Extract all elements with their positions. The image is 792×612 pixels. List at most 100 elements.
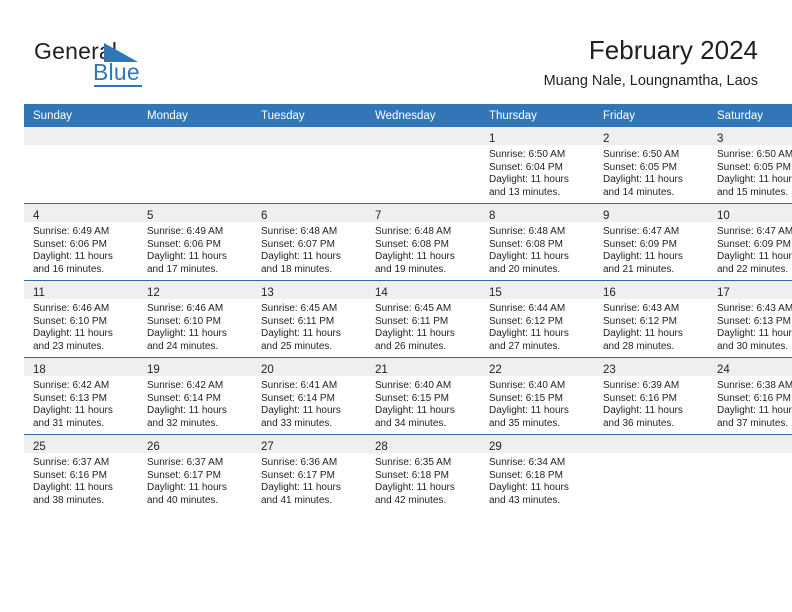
calendar-day-cell[interactable]: 17 Sunrise: 6:43 AM Sunset: 6:13 PM Dayligh… [708, 280, 792, 358]
calendar-day-cell-empty [366, 127, 480, 204]
day-number-band: 28 [366, 435, 480, 453]
day-details: Sunrise: 6:46 AM Sunset: 6:10 PM Daylight:… [138, 299, 252, 353]
calendar-day-cell[interactable]: 18 Sunrise: 6:42 AM Sunset: 6:13 PM Dayligh… [24, 357, 138, 435]
day-number: 26 [147, 441, 160, 453]
calendar-day-cell[interactable]: 3 Sunrise: 6:50 AM Sunset: 6:05 PM Daylight… [708, 127, 792, 204]
day-number-band: 10 [708, 204, 792, 222]
calendar-day-cell[interactable]: 25 Sunrise: 6:37 AM Sunset: 6:16 PM Dayligh… [24, 434, 138, 511]
daylight-text: Daylight: 11 hours and 26 minutes. [375, 328, 455, 352]
day-number: 29 [489, 441, 502, 453]
sunset-text: Sunset: 6:07 PM [261, 238, 335, 250]
day-number-band: 29 [480, 435, 594, 453]
day-number: 9 [603, 210, 610, 222]
calendar-day-cell[interactable]: 20 Sunrise: 6:41 AM Sunset: 6:14 PM Dayligh… [252, 357, 366, 435]
daylight-text: Daylight: 11 hours and 20 minutes. [489, 251, 569, 275]
daylight-text: Daylight: 11 hours and 13 minutes. [489, 174, 569, 198]
sunset-text: Sunset: 6:14 PM [261, 392, 335, 404]
day-number: 3 [717, 133, 724, 145]
sunrise-text: Sunrise: 6:37 AM [147, 457, 224, 468]
day-number-band: 22 [480, 358, 594, 376]
day-details: Sunrise: 6:35 AM Sunset: 6:18 PM Daylight:… [366, 453, 480, 507]
sunrise-text: Sunrise: 6:39 AM [603, 380, 680, 391]
calendar-day-cell[interactable]: 22 Sunrise: 6:40 AM Sunset: 6:15 PM Dayligh… [480, 357, 594, 435]
sunrise-text: Sunrise: 6:43 AM [717, 303, 792, 314]
calendar-day-cell-empty [252, 127, 366, 204]
sunrise-text: Sunrise: 6:41 AM [261, 380, 338, 391]
calendar-day-cell[interactable]: 16 Sunrise: 6:43 AM Sunset: 6:12 PM Dayligh… [594, 280, 708, 358]
day-number-band: 11 [24, 281, 138, 299]
sunset-text: Sunset: 6:15 PM [489, 392, 563, 404]
day-number-band [708, 435, 792, 453]
calendar-day-cell[interactable]: 8 Sunrise: 6:48 AM Sunset: 6:08 PM Daylight… [480, 203, 594, 281]
general-blue-logo[interactable]: General Blue [34, 38, 254, 94]
page-title: February 2024 [588, 35, 758, 65]
calendar-day-cell[interactable]: 29 Sunrise: 6:34 AM Sunset: 6:18 PM Dayligh… [480, 434, 594, 511]
calendar-day-cell[interactable]: 19 Sunrise: 6:42 AM Sunset: 6:14 PM Dayligh… [138, 357, 252, 435]
day-details: Sunrise: 6:42 AM Sunset: 6:14 PM Daylight:… [138, 376, 252, 430]
day-number: 14 [375, 287, 388, 299]
calendar-day-cell[interactable]: 9 Sunrise: 6:47 AM Sunset: 6:09 PM Daylight… [594, 203, 708, 281]
sunrise-text: Sunrise: 6:40 AM [489, 380, 566, 391]
daylight-text: Daylight: 11 hours and 30 minutes. [717, 328, 792, 352]
calendar-day-cell[interactable]: 14 Sunrise: 6:45 AM Sunset: 6:11 PM Dayligh… [366, 280, 480, 358]
day-details: Sunrise: 6:49 AM Sunset: 6:06 PM Daylight:… [138, 222, 252, 276]
daylight-text: Daylight: 11 hours and 15 minutes. [717, 174, 792, 198]
daylight-text: Daylight: 11 hours and 37 minutes. [717, 405, 792, 429]
calendar-day-cell[interactable]: 24 Sunrise: 6:38 AM Sunset: 6:16 PM Dayligh… [708, 357, 792, 435]
calendar-day-cell[interactable]: 21 Sunrise: 6:40 AM Sunset: 6:15 PM Dayligh… [366, 357, 480, 435]
calendar-day-cell[interactable]: 12 Sunrise: 6:46 AM Sunset: 6:10 PM Dayligh… [138, 280, 252, 358]
day-number-band: 6 [252, 204, 366, 222]
calendar-day-cell[interactable]: 6 Sunrise: 6:48 AM Sunset: 6:07 PM Daylight… [252, 203, 366, 281]
weekday-header-tuesday: Tuesday [252, 104, 366, 127]
page-subtitle: Muang Nale, Loungnamtha, Laos [543, 73, 758, 89]
sunrise-text: Sunrise: 6:50 AM [717, 149, 792, 160]
calendar-day-cell[interactable]: 1 Sunrise: 6:50 AM Sunset: 6:04 PM Daylight… [480, 127, 594, 204]
calendar-day-cell[interactable]: 15 Sunrise: 6:44 AM Sunset: 6:12 PM Dayligh… [480, 280, 594, 358]
calendar-day-cell[interactable]: 13 Sunrise: 6:45 AM Sunset: 6:11 PM Dayligh… [252, 280, 366, 358]
calendar-day-cell[interactable]: 4 Sunrise: 6:49 AM Sunset: 6:06 PM Daylight… [24, 203, 138, 281]
calendar-day-cell[interactable]: 27 Sunrise: 6:36 AM Sunset: 6:17 PM Dayligh… [252, 434, 366, 511]
calendar-day-cell[interactable]: 28 Sunrise: 6:35 AM Sunset: 6:18 PM Dayligh… [366, 434, 480, 511]
calendar-day-cell[interactable]: 10 Sunrise: 6:47 AM Sunset: 6:09 PM Dayligh… [708, 203, 792, 281]
sunset-text: Sunset: 6:13 PM [717, 315, 791, 327]
calendar-day-cell-empty [24, 127, 138, 204]
daylight-text: Daylight: 11 hours and 24 minutes. [147, 328, 227, 352]
day-number: 11 [33, 287, 45, 299]
day-number: 17 [717, 287, 730, 299]
sunrise-text: Sunrise: 6:34 AM [489, 457, 566, 468]
calendar-day-cell[interactable]: 26 Sunrise: 6:37 AM Sunset: 6:17 PM Dayligh… [138, 434, 252, 511]
calendar-day-cell[interactable]: 11 Sunrise: 6:46 AM Sunset: 6:10 PM Dayligh… [24, 280, 138, 358]
calendar-header-row: Sunday Monday Tuesday Wednesday Thursday Frid… [24, 104, 792, 127]
daylight-text: Daylight: 11 hours and 19 minutes. [375, 251, 455, 275]
sunrise-text: Sunrise: 6:50 AM [603, 149, 680, 160]
sunset-text: Sunset: 6:10 PM [33, 315, 107, 327]
day-number-band: 14 [366, 281, 480, 299]
day-number-band: 1 [480, 127, 594, 145]
day-number-band: 19 [138, 358, 252, 376]
day-details: Sunrise: 6:45 AM Sunset: 6:11 PM Daylight:… [366, 299, 480, 353]
day-details: Sunrise: 6:47 AM Sunset: 6:09 PM Daylight:… [708, 222, 792, 276]
calendar-day-cell[interactable]: 7 Sunrise: 6:48 AM Sunset: 6:08 PM Daylight… [366, 203, 480, 281]
daylight-text: Daylight: 11 hours and 40 minutes. [147, 482, 227, 506]
calendar-day-cell[interactable]: 5 Sunrise: 6:49 AM Sunset: 6:06 PM Daylight… [138, 203, 252, 281]
weekday-header-row: Sunday Monday Tuesday Wednesday Thursday Frid… [24, 104, 792, 127]
sunrise-text: Sunrise: 6:40 AM [375, 380, 452, 391]
day-number-band: 12 [138, 281, 252, 299]
calendar-day-cell[interactable]: 23 Sunrise: 6:39 AM Sunset: 6:16 PM Dayligh… [594, 357, 708, 435]
sunset-text: Sunset: 6:18 PM [489, 469, 563, 481]
calendar-day-cell[interactable]: 2 Sunrise: 6:50 AM Sunset: 6:05 PM Daylight… [594, 127, 708, 204]
day-number-band: 21 [366, 358, 480, 376]
calendar-week-row: 1 Sunrise: 6:50 AM Sunset: 6:04 PM Daylight… [24, 127, 792, 204]
sunset-text: Sunset: 6:18 PM [375, 469, 449, 481]
day-details: Sunrise: 6:50 AM Sunset: 6:05 PM Daylight:… [708, 145, 792, 199]
day-number: 8 [489, 210, 496, 222]
daylight-text: Daylight: 11 hours and 43 minutes. [489, 482, 569, 506]
sunset-text: Sunset: 6:10 PM [147, 315, 221, 327]
calendar-table: Sunday Monday Tuesday Wednesday Thursday Frid… [24, 104, 792, 511]
sunrise-text: Sunrise: 6:49 AM [33, 226, 110, 237]
calendar-page: General Blue February 2024 Muang Nale, L… [0, 0, 792, 612]
day-number-band: 7 [366, 204, 480, 222]
sunset-text: Sunset: 6:06 PM [33, 238, 107, 250]
day-number: 23 [603, 364, 616, 376]
day-number-band: 26 [138, 435, 252, 453]
